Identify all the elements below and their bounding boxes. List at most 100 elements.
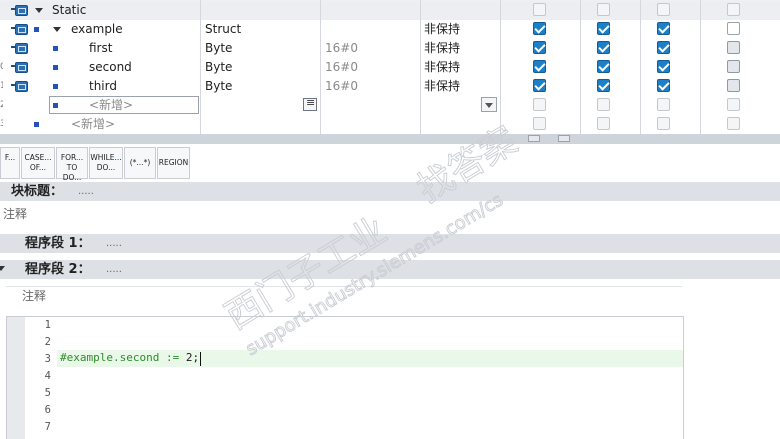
network-1-header[interactable]: 程序段 1： ..... [0,234,780,253]
setpoint-checkbox[interactable] [727,60,740,73]
visible-in-hmi-checkbox[interactable] [657,117,670,130]
accessible-from-hmi-checkbox[interactable] [533,22,546,35]
assignment-target: #example.second := [60,351,186,364]
visible-in-hmi-checkbox[interactable] [657,60,670,73]
expand-collapse-icon[interactable] [35,8,43,13]
visible-in-hmi-checkbox[interactable] [657,41,670,54]
interface-row[interactable]: 3 <新增> [0,115,780,135]
network-2-comment[interactable]: 注释 [22,287,46,304]
visible-in-hmi-checkbox[interactable] [657,79,670,92]
comment-block-button[interactable]: (*...*) [124,147,156,179]
member-datatype[interactable]: Struct [205,20,241,39]
splitter-up-arrow[interactable] [528,135,540,142]
collapse-icon[interactable] [0,266,5,271]
member-default-value[interactable]: 16#0 [325,39,358,58]
expand-collapse-icon[interactable] [53,27,61,32]
accessible-from-hmi-checkbox[interactable] [533,117,546,130]
region-button[interactable]: REGION [157,147,190,179]
block-comment[interactable]: 注释 [3,205,27,222]
visible-in-hmi-checkbox[interactable] [657,3,670,16]
writable-from-hmi-checkbox[interactable] [597,41,610,54]
editor-splitter[interactable] [0,134,780,144]
visible-in-hmi-checkbox[interactable] [657,22,670,35]
writable-from-hmi-checkbox[interactable] [597,60,610,73]
member-name[interactable]: <新增> [89,96,133,115]
col-divider [580,0,581,134]
setpoint-checkbox[interactable] [727,3,740,16]
member-name[interactable]: first [89,39,112,58]
setpoint-checkbox[interactable] [727,117,740,130]
while-do-button[interactable]: WHILE... DO... [89,147,123,179]
network-1-title[interactable]: ..... [106,234,122,253]
member-name[interactable]: <新增> [71,115,115,134]
interface-row[interactable]: 0 second Byte 16#0 非保持 [0,58,780,78]
if-then-button[interactable]: F... [0,147,20,179]
member-default-value[interactable]: 16#0 [325,58,358,77]
splitter-down-arrow[interactable] [558,135,570,142]
writable-from-hmi-checkbox[interactable] [597,22,610,35]
interface-row[interactable]: Static [0,1,780,21]
block-title-label: 块标题： [11,184,64,199]
row-number: 0 [0,62,3,72]
button-label: F... [4,153,16,162]
writable-from-hmi-checkbox[interactable] [597,3,610,16]
col-divider [500,0,501,134]
member-name[interactable]: Static [52,1,86,20]
member-bullet-icon [53,65,58,70]
block-title-value[interactable]: ..... [78,182,94,201]
member-bullet-icon [34,27,39,32]
writable-from-hmi-checkbox[interactable] [597,79,610,92]
member-retain[interactable]: 非保持 [424,77,460,96]
line-number: 5 [44,387,51,399]
member-retain[interactable]: 非保持 [424,58,460,77]
accessible-from-hmi-checkbox[interactable] [533,79,546,92]
code-statement[interactable]: #example.second := 2; [60,351,199,364]
line-number: 6 [44,404,51,416]
member-datatype[interactable]: Byte [205,58,232,77]
button-label: FOR... TO DO... [60,153,84,182]
member-name[interactable]: example [71,20,123,39]
block-title-bar[interactable]: 块标题： ..... [0,182,780,201]
interface-row[interactable]: example Struct 非保持 [0,20,780,40]
network-2-header[interactable]: 程序段 2： ..... [0,260,780,279]
network-2-comment-area: 注释 [0,279,780,316]
interface-row[interactable]: 1 third Byte 16#0 非保持 [0,77,780,97]
setpoint-checkbox[interactable] [727,41,740,54]
scl-code-editor[interactable]: 1 2 3 4 5 6 7 #example.second := 2; [6,316,684,439]
static-tag-icon [11,42,28,54]
scl-instruction-toolbar: F... CASE... OF... FOR... TO DO... WHILE… [0,144,780,182]
member-default-value[interactable]: 16#0 [325,77,358,96]
for-to-do-button[interactable]: FOR... TO DO... [56,147,88,182]
setpoint-checkbox[interactable] [727,22,740,35]
visible-in-hmi-checkbox[interactable] [657,98,670,111]
retain-dropdown-button[interactable] [481,97,497,112]
row-number: 1 [0,81,3,91]
member-datatype[interactable]: Byte [205,77,232,96]
accessible-from-hmi-checkbox[interactable] [533,60,546,73]
line-number: 7 [44,421,51,433]
line-number: 2 [44,336,51,348]
static-tag-icon [11,80,28,92]
member-name[interactable]: second [89,58,132,77]
network-2-title[interactable]: ..... [106,260,122,279]
member-bullet-icon [53,103,58,108]
member-retain[interactable]: 非保持 [424,39,460,58]
interface-row[interactable]: first Byte 16#0 非保持 [0,39,780,59]
member-datatype[interactable]: Byte [205,39,232,58]
member-name[interactable]: third [89,77,117,96]
button-label: REGION [158,158,189,167]
line-number: 3 [44,353,51,365]
member-retain[interactable]: 非保持 [424,20,460,39]
setpoint-checkbox[interactable] [727,79,740,92]
accessible-from-hmi-checkbox[interactable] [533,98,546,111]
line-number: 1 [44,319,51,331]
writable-from-hmi-checkbox[interactable] [597,117,610,130]
datatype-picker-button[interactable] [303,96,317,111]
editor-gutter [7,317,25,439]
accessible-from-hmi-checkbox[interactable] [533,3,546,16]
case-of-button[interactable]: CASE... OF... [21,147,55,179]
setpoint-checkbox[interactable] [727,98,740,111]
interface-row[interactable]: 2 <新增> [0,96,780,116]
accessible-from-hmi-checkbox[interactable] [533,41,546,54]
writable-from-hmi-checkbox[interactable] [597,98,610,111]
